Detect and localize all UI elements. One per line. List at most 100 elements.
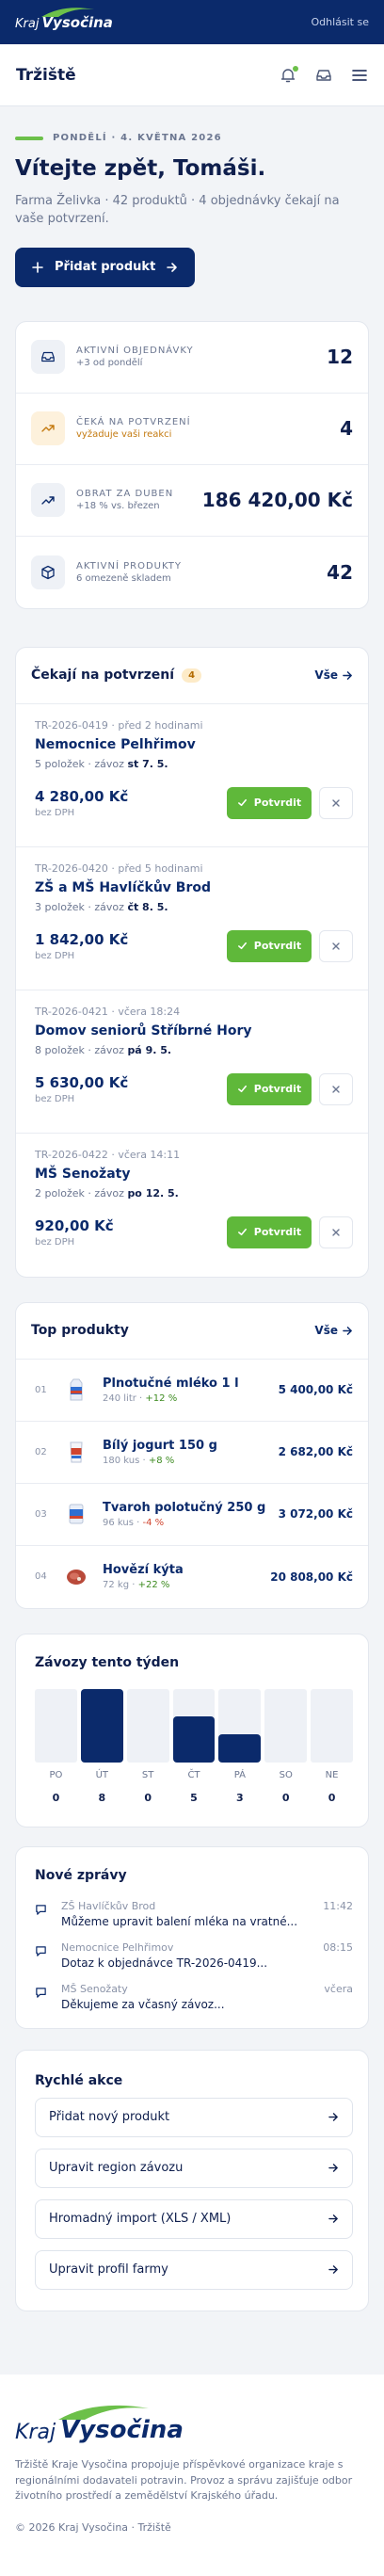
order-time: včera 18:24 bbox=[118, 1005, 181, 1018]
arrow-right-icon bbox=[328, 2265, 338, 2274]
order-item[interactable]: TR-2026-0421 · včera 18:24 Domov seniorů… bbox=[16, 990, 368, 1134]
product-change: +8 % bbox=[148, 1455, 175, 1466]
logo-prefix: Kraj bbox=[15, 16, 40, 31]
message-item[interactable]: Nemocnice Pelhřimov 08:15 Dotaz k objedná… bbox=[35, 1941, 353, 1983]
stat-awaiting-confirmation[interactable]: Čeká na potvrzení vyžaduje vaši reakci 4 bbox=[16, 394, 368, 465]
logout-link[interactable]: Odhlásit se bbox=[311, 16, 369, 28]
product-change: +12 % bbox=[145, 1393, 178, 1404]
stat-value: 42 bbox=[327, 560, 353, 584]
notifications-bell-icon[interactable] bbox=[280, 65, 298, 84]
order-customer[interactable]: ZŠ a MŠ Havlíčkův Brod bbox=[35, 880, 353, 895]
product-rank: 01 bbox=[35, 1384, 47, 1395]
day-label: ÚT bbox=[95, 1769, 108, 1780]
product-row[interactable]: 01 Plnotučné mléko 1 l 240 litr · +12 % … bbox=[16, 1360, 368, 1422]
inbox-icon bbox=[31, 340, 65, 375]
message-item[interactable]: ZŠ Havlíčkův Brod 11:42 Můžeme upravit ba… bbox=[35, 1900, 353, 1941]
chat-bubble-icon bbox=[35, 1983, 50, 2011]
day-value: 0 bbox=[144, 1791, 152, 1804]
order-items: 3 položek · závoz bbox=[35, 900, 124, 913]
app-title[interactable]: Tržiště bbox=[16, 66, 76, 85]
product-qty: 180 kus bbox=[103, 1455, 140, 1466]
product-qty: 240 litr bbox=[103, 1393, 136, 1404]
top-products-card: Top produkty Vše 01 Plnotučné mléko 1 l … bbox=[15, 1301, 369, 1609]
confirm-order-button[interactable]: Potvrdit bbox=[227, 1216, 312, 1248]
reject-order-button[interactable] bbox=[319, 929, 353, 962]
order-customer[interactable]: Nemocnice Pelhřimov bbox=[35, 737, 353, 752]
order-time: včera 14:11 bbox=[118, 1148, 181, 1161]
stat-label: Aktivní produkty bbox=[76, 560, 182, 572]
message-item[interactable]: MŠ Senožaty včera Děkujeme za včasný závo… bbox=[35, 1983, 353, 2024]
stat-active-orders[interactable]: Aktivní objednávky +3 od pondělí 12 bbox=[16, 322, 368, 394]
reject-order-button[interactable] bbox=[319, 1072, 353, 1105]
kraj-vysocina-logo[interactable]: Kraj Vysočina bbox=[15, 7, 113, 31]
inbox-icon[interactable] bbox=[315, 67, 332, 84]
stat-value: 186 420,00 Kč bbox=[201, 489, 353, 512]
order-id: TR-2026-0421 bbox=[35, 1005, 108, 1018]
chat-bubble-icon bbox=[35, 1900, 50, 1928]
stat-value: 4 bbox=[340, 417, 353, 441]
top-products-title: Top produkty bbox=[31, 1323, 129, 1339]
order-delivery-day: pá 9. 5. bbox=[127, 1043, 172, 1056]
quick-action-delivery-region[interactable]: Upravit region závozu bbox=[35, 2148, 353, 2188]
stat-active-products[interactable]: Aktivní produkty 6 omezeně skladem 42 bbox=[16, 537, 368, 608]
quick-action-farm-profile[interactable]: Upravit profil farmy bbox=[35, 2249, 353, 2290]
pending-orders-card: Čekají na potvrzení 4 Vše TR-2026-0419 ·… bbox=[15, 646, 369, 1278]
quick-action-bulk-import[interactable]: Hromadný import (XLS / XML) bbox=[35, 2198, 353, 2239]
bar-út bbox=[80, 1688, 123, 1763]
order-customer[interactable]: Domov seniorů Stříbrné Hory bbox=[35, 1023, 353, 1038]
bar-track bbox=[311, 1688, 354, 1763]
order-id: TR-2026-0422 bbox=[35, 1148, 108, 1161]
product-change: +22 % bbox=[137, 1580, 170, 1591]
messages-card: Nové zprávy ZŠ Havlíčkův Brod 11:42 Můžem… bbox=[15, 1845, 369, 2029]
check-icon bbox=[237, 1229, 247, 1236]
reject-order-button[interactable] bbox=[319, 786, 353, 819]
order-item[interactable]: TR-2026-0422 · včera 14:11 MŠ Senožaty 2… bbox=[16, 1134, 368, 1277]
message-sender: MŠ Senožaty bbox=[61, 1982, 128, 1995]
stat-monthly-turnover[interactable]: Obrat za duben +18 % vs. březen 186 420,… bbox=[16, 465, 368, 537]
product-name: Tvaroh polotučný 250 g bbox=[103, 1500, 266, 1515]
message-time: 11:42 bbox=[323, 1899, 353, 1912]
deliveries-bars bbox=[35, 1688, 354, 1763]
confirm-label: Potvrdit bbox=[253, 940, 302, 953]
add-product-button[interactable]: Přidat produkt bbox=[15, 247, 196, 287]
product-revenue: 20 808,00 Kč bbox=[270, 1570, 353, 1584]
confirm-order-button[interactable]: Potvrdit bbox=[227, 1072, 312, 1105]
order-item[interactable]: TR-2026-0419 · před 2 hodinami Nemocnice… bbox=[16, 704, 368, 847]
message-sender: ZŠ Havlíčkův Brod bbox=[61, 1899, 156, 1912]
pending-count-badge: 4 bbox=[182, 668, 202, 683]
day-value: 0 bbox=[281, 1791, 290, 1804]
welcome-heading: Vítejte zpět, Tomáši. bbox=[15, 156, 266, 181]
milk-carton-icon bbox=[63, 1377, 89, 1403]
quick-actions-title: Rychlé akce bbox=[35, 2072, 123, 2088]
message-preview: Děkujeme za včasný závoz... bbox=[61, 1997, 225, 2011]
footer-copyright: © 2026 Kraj Vysočina · Tržiště bbox=[15, 2520, 171, 2534]
product-revenue: 2 682,00 Kč bbox=[278, 1445, 353, 1459]
product-row[interactable]: 03 Tvaroh polotučný 250 g 96 kus · -4 % … bbox=[16, 1484, 368, 1546]
pending-all-link[interactable]: Vše bbox=[314, 668, 353, 682]
bar-track bbox=[35, 1688, 77, 1763]
day-label: NE bbox=[325, 1769, 339, 1780]
order-item[interactable]: TR-2026-0420 · před 5 hodinami ZŠ a MŠ H… bbox=[16, 847, 368, 990]
all-link-label: Vše bbox=[314, 668, 338, 683]
order-customer[interactable]: MŠ Senožaty bbox=[35, 1167, 353, 1182]
top-products-all-link[interactable]: Vše bbox=[314, 1324, 353, 1337]
day-value: 0 bbox=[328, 1791, 336, 1804]
day-value: 5 bbox=[190, 1791, 198, 1804]
quick-actions-card: Rychlé akce Přidat nový produkt Upravit … bbox=[15, 2049, 369, 2311]
day-label: PÁ bbox=[233, 1769, 246, 1780]
confirm-order-button[interactable]: Potvrdit bbox=[227, 786, 312, 819]
quick-action-add-product[interactable]: Přidat nový produkt bbox=[35, 2097, 353, 2137]
order-delivery-day: čt 8. 5. bbox=[127, 900, 168, 913]
pending-orders-header: Čekají na potvrzení 4 Vše bbox=[16, 648, 368, 704]
footer-logo[interactable]: Kraj Vysočina bbox=[15, 2405, 369, 2444]
product-change: -4 % bbox=[142, 1517, 165, 1528]
product-row[interactable]: 04 Hovězí kýta 72 kg · +22 % 20 808,00 K… bbox=[16, 1546, 368, 1608]
reject-order-button[interactable] bbox=[319, 1216, 353, 1248]
menu-hamburger-icon[interactable] bbox=[351, 67, 368, 84]
product-row[interactable]: 02 Bílý jogurt 150 g 180 kus · +8 % 2 68… bbox=[16, 1422, 368, 1484]
order-items: 5 položek · závoz bbox=[35, 757, 124, 770]
confirm-order-button[interactable]: Potvrdit bbox=[227, 929, 312, 962]
quick-action-label: Upravit region závozu bbox=[49, 2161, 184, 2176]
farm-summary: Farma Želivka · 42 produktů · 4 objednáv… bbox=[15, 193, 340, 227]
accent-line bbox=[15, 136, 43, 140]
